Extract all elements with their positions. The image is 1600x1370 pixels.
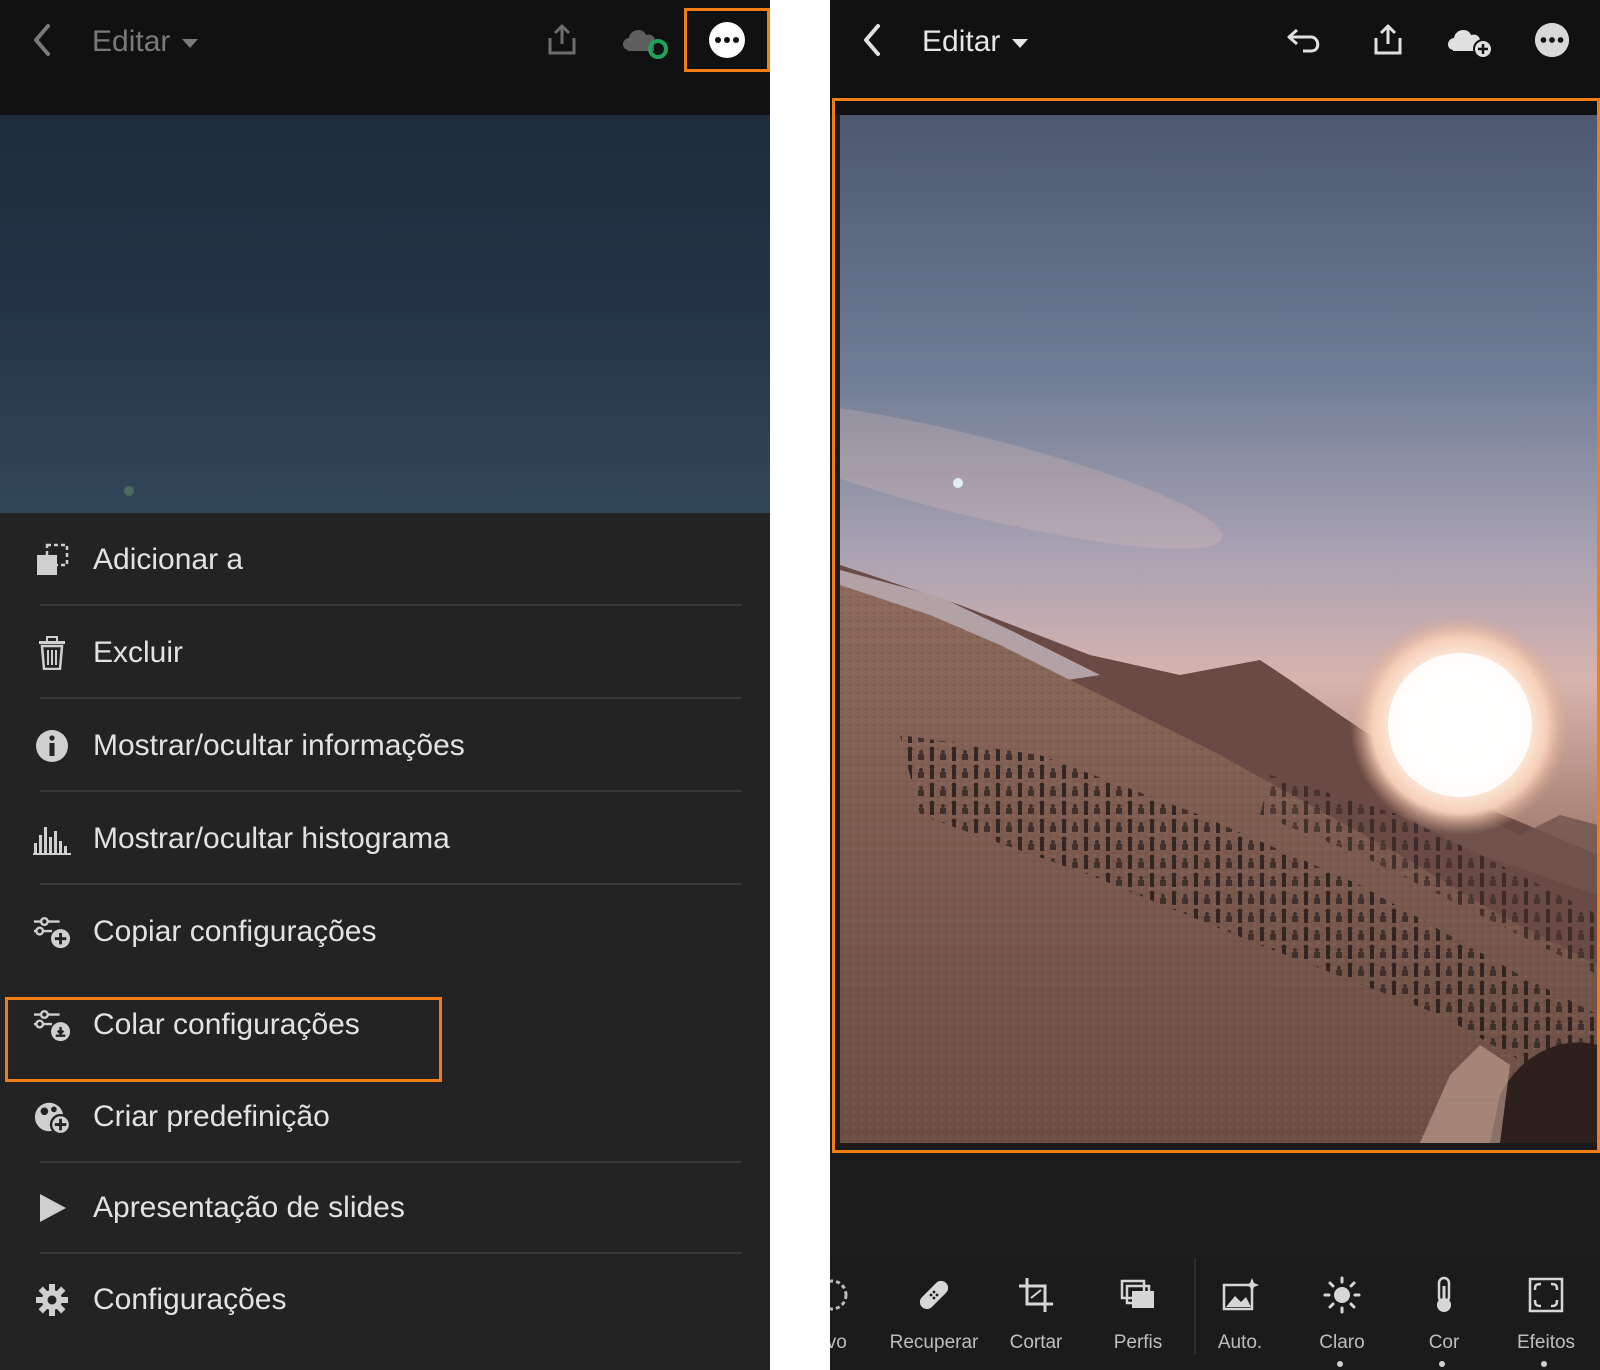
undo-button[interactable] [1276, 16, 1334, 68]
paste-settings-icon [33, 1006, 71, 1044]
beach-sunset-photo [840, 115, 1598, 1143]
info-icon [33, 727, 71, 765]
edit-toolbar: tivo Recuperar Cortar Perfis Auto. Claro… [830, 1256, 1600, 1370]
play-icon [33, 1189, 71, 1227]
menu-label: Apresentação de slides [93, 1190, 405, 1224]
right-header-bar: Editar [830, 0, 1600, 115]
tool-selective[interactable]: tivo [830, 1256, 882, 1370]
left-screen: Editar Adicionar a Excluir Mostrar/ocult… [0, 0, 770, 1370]
menu-label: Excluir [93, 635, 184, 669]
share-icon [544, 22, 580, 63]
gear-icon [33, 1281, 71, 1319]
menu-label: Adicionar a [93, 542, 244, 576]
share-button[interactable] [1359, 16, 1417, 68]
effects-icon [1528, 1277, 1564, 1313]
tool-label: tivo [830, 1332, 847, 1353]
tool-label: Perfis [1113, 1332, 1163, 1353]
cloud-add-button[interactable] [1440, 16, 1498, 68]
filmstrip-area [830, 1160, 1600, 1256]
chevron-down-icon [182, 39, 199, 48]
share-button[interactable] [533, 16, 591, 68]
tool-effects[interactable]: Efeitos [1496, 1256, 1596, 1370]
more-options-icon [1533, 21, 1571, 64]
trash-icon [33, 634, 71, 672]
photo-glint [124, 486, 134, 496]
chevron-down-icon [1012, 39, 1029, 48]
menu-label: Mostrar/ocultar informações [93, 728, 465, 762]
menu-label: Configurações [93, 1282, 287, 1316]
edit-indicator-dot [1337, 1361, 1343, 1367]
tool-label: Recuperar [889, 1332, 979, 1353]
tool-label: Cor [1428, 1332, 1460, 1353]
header-title: Editar [92, 25, 171, 58]
menu-item-create-preset[interactable]: Criar predefinição [0, 1070, 770, 1163]
undo-icon [1285, 24, 1325, 61]
edit-mode-dropdown[interactable]: Editar [92, 16, 199, 68]
menu-item-paste-settings[interactable]: Colar configurações [0, 978, 770, 1071]
tool-label: Cortar [1009, 1332, 1063, 1353]
share-icon [1370, 22, 1406, 63]
tool-color[interactable]: Cor [1394, 1256, 1494, 1370]
add-to-album-icon [33, 541, 71, 579]
menu-item-info[interactable]: Mostrar/ocultar informações [0, 699, 770, 792]
menu-item-copy-settings[interactable]: Copiar configurações [0, 885, 770, 978]
header-title: Editar [922, 25, 1001, 58]
auto-icon [1222, 1278, 1259, 1311]
back-chevron-icon [860, 22, 884, 63]
photo-preview-top [0, 115, 770, 513]
menu-label: Colar configurações [93, 1007, 360, 1041]
options-menu: Adicionar a Excluir Mostrar/ocultar info… [0, 513, 770, 1370]
healing-icon [919, 1280, 949, 1310]
right-screen: Editar vo Recuperar Cortar Perfis Auto. … [830, 0, 1600, 1370]
cloud-sync-icon [619, 20, 669, 65]
back-button[interactable] [850, 16, 894, 68]
back-chevron-icon [30, 22, 54, 63]
edit-indicator-dot [1541, 1361, 1547, 1367]
cloud-sync-button[interactable] [615, 16, 673, 68]
menu-label: Criar predefinição [93, 1099, 330, 1133]
edit-mode-dropdown[interactable]: Editar [922, 16, 1029, 68]
edit-indicator-dot [1439, 1361, 1445, 1367]
tool-crop[interactable]: Cortar [986, 1256, 1086, 1370]
menu-label: Copiar configurações [93, 914, 377, 948]
more-options-icon [707, 20, 747, 65]
profiles-icon [1120, 1279, 1154, 1308]
color-temperature-icon [1437, 1276, 1451, 1312]
crop-icon [1019, 1278, 1053, 1312]
histogram-icon [33, 820, 71, 858]
cloud-add-icon [1444, 20, 1494, 65]
left-header-bar: Editar [0, 0, 770, 115]
tool-healing[interactable]: Recuperar [884, 1256, 984, 1370]
back-button[interactable] [20, 16, 64, 68]
menu-label: Mostrar/ocultar histograma [93, 821, 450, 855]
more-options-button[interactable] [1523, 16, 1581, 68]
menu-item-add-to[interactable]: Adicionar a [0, 513, 770, 606]
create-preset-icon [33, 1098, 71, 1136]
copy-settings-icon [33, 913, 71, 951]
selective-icon [830, 1279, 848, 1311]
menu-item-delete[interactable]: Excluir [0, 606, 770, 699]
tool-label: Efeitos [1516, 1332, 1576, 1353]
tool-profiles[interactable]: Perfis [1088, 1256, 1188, 1370]
menu-item-settings[interactable]: Configurações [0, 1253, 770, 1346]
tool-label: Auto. [1217, 1332, 1263, 1353]
tool-light[interactable]: Claro [1292, 1256, 1392, 1370]
more-options-button[interactable] [698, 16, 756, 68]
menu-item-histogram[interactable]: Mostrar/ocultar histograma [0, 792, 770, 885]
tool-label: Claro [1319, 1332, 1365, 1353]
tool-auto[interactable]: Auto. [1190, 1256, 1290, 1370]
light-icon [1323, 1276, 1361, 1314]
menu-item-slideshow[interactable]: Apresentação de slides [0, 1161, 770, 1254]
photo-canvas[interactable] [830, 98, 1600, 1155]
